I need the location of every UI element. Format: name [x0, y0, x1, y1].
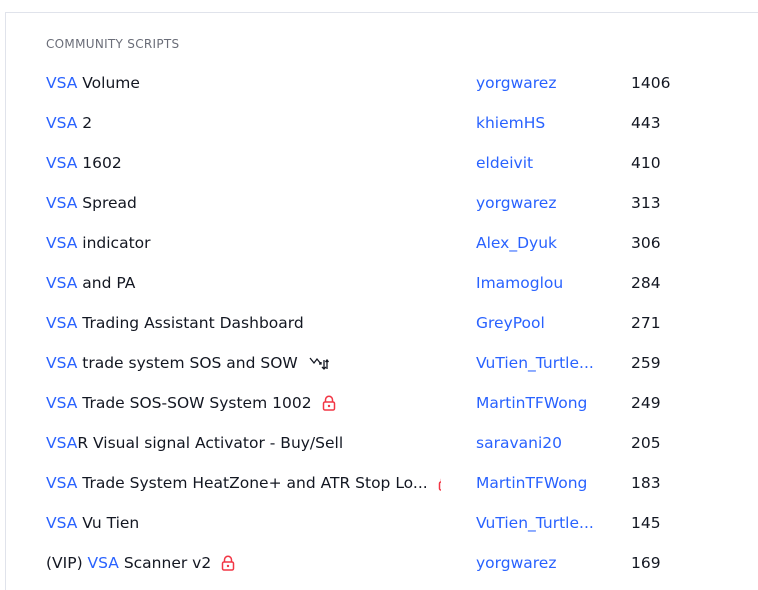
search-match-highlight: VSA	[46, 514, 78, 532]
script-name-link[interactable]: VSA R Visual signal Activator - Buy/Sell	[46, 423, 441, 463]
usage-count: 443	[631, 114, 661, 132]
usage-count: 313	[631, 194, 661, 212]
script-name-text: Trading Assistant Dashboard	[77, 314, 304, 332]
script-name-link[interactable]: VSA 1602	[46, 143, 441, 183]
author-link[interactable]: MartinTFWong	[476, 463, 606, 503]
list-item[interactable]: VSA 2 khiemHS 443	[6, 103, 758, 143]
script-name-link[interactable]: (VIP) VSA Scanner v2	[46, 543, 441, 583]
usage-count: 1406	[631, 74, 671, 92]
usage-count: 205	[631, 434, 661, 452]
author-link[interactable]: MartinTFWong	[476, 383, 606, 423]
author-link[interactable]: Alex_Dyuk	[476, 223, 606, 263]
search-match-highlight: VSA	[46, 474, 78, 492]
script-name-text: Trade SOS-SOW System 1002	[77, 394, 312, 412]
script-name-link[interactable]: VSA Trade System HeatZone+ and ATR Stop …	[46, 463, 441, 503]
script-name-link[interactable]: VSA Trade SOS-SOW System 1002	[46, 383, 441, 423]
lock-icon	[221, 555, 235, 571]
author-link[interactable]: khiemHS	[476, 103, 606, 143]
script-name-link[interactable]: VSA trade system SOS and SOW	[46, 343, 441, 383]
list-item[interactable]: VSA Spread yorgwarez 313	[6, 183, 758, 223]
script-name-text: Spread	[77, 194, 137, 212]
list-item[interactable]: VSA Trade System HeatZone+ and ATR Stop …	[6, 463, 758, 503]
list-item[interactable]: VSA Trade SOS-SOW System 1002 MartinTFWon…	[6, 383, 758, 423]
lock-icon	[438, 475, 441, 491]
script-name-text: Vu Tien	[77, 514, 140, 532]
script-name-link[interactable]: VSA and PA	[46, 263, 441, 303]
script-list: VSA Volume yorgwarez 1406 VSA 2 khiemHS 443 VS…	[6, 63, 758, 583]
search-match-highlight: VSA	[46, 354, 78, 372]
search-match-highlight: VSA	[46, 114, 78, 132]
list-item[interactable]: VSA and PA Imamoglou 284	[6, 263, 758, 303]
list-item[interactable]: VSA Volume yorgwarez 1406	[6, 63, 758, 103]
script-name-prefix: (VIP)	[46, 554, 88, 572]
list-item[interactable]: VSA Vu Tien VuTien_Turtle... 145	[6, 503, 758, 543]
script-name-text: R Visual signal Activator - Buy/Sell	[77, 434, 344, 452]
list-item[interactable]: VSA trade system SOS and SOW VuTien_Turtl…	[6, 343, 758, 383]
community-scripts-panel: COMMUNITY SCRIPTS VSA Volume yorgwarez 140…	[5, 12, 758, 590]
search-match-highlight: VSA	[46, 234, 78, 252]
search-match-highlight: VSA	[46, 194, 78, 212]
list-item[interactable]: VSA R Visual signal Activator - Buy/Sell s…	[6, 423, 758, 463]
lock-icon	[322, 395, 336, 411]
list-item[interactable]: (VIP) VSA Scanner v2 yorgwarez 169	[6, 543, 758, 583]
author-link[interactable]: Imamoglou	[476, 263, 606, 303]
section-title: COMMUNITY SCRIPTS	[46, 37, 180, 51]
usage-count: 410	[631, 154, 661, 172]
list-item[interactable]: VSA indicator Alex_Dyuk 306	[6, 223, 758, 263]
usage-count: 183	[631, 474, 661, 492]
search-match-highlight: VSA	[46, 314, 78, 332]
author-link[interactable]: yorgwarez	[476, 63, 606, 103]
author-link[interactable]: yorgwarez	[476, 183, 606, 223]
search-match-highlight: VSA	[87, 554, 119, 572]
list-item[interactable]: VSA 1602 eldeivit 410	[6, 143, 758, 183]
search-match-highlight: VSA	[46, 274, 78, 292]
usage-count: 169	[631, 554, 661, 572]
author-link[interactable]: VuTien_Turtle...	[476, 343, 606, 383]
author-link[interactable]: yorgwarez	[476, 543, 606, 583]
usage-count: 249	[631, 394, 661, 412]
author-link[interactable]: saravani20	[476, 423, 606, 463]
author-link[interactable]: GreyPool	[476, 303, 606, 343]
script-name-link[interactable]: VSA 2	[46, 103, 441, 143]
script-name-link[interactable]: VSA Trading Assistant Dashboard	[46, 303, 441, 343]
script-name-link[interactable]: VSA Volume	[46, 63, 441, 103]
script-name-text: trade system SOS and SOW	[77, 354, 298, 372]
script-name-text: 2	[77, 114, 93, 132]
script-name-text: Volume	[77, 74, 140, 92]
script-name-text: 1602	[77, 154, 122, 172]
search-match-highlight: VSA	[46, 394, 78, 412]
script-name-text: indicator	[77, 234, 151, 252]
usage-count: 284	[631, 274, 661, 292]
script-name-link[interactable]: VSA indicator	[46, 223, 441, 263]
usage-count: 145	[631, 514, 661, 532]
script-name-text: Scanner v2	[118, 554, 212, 572]
usage-count: 259	[631, 354, 661, 372]
author-link[interactable]: VuTien_Turtle...	[476, 503, 606, 543]
search-match-highlight: VSA	[46, 154, 78, 172]
strategy-icon	[308, 354, 330, 372]
author-link[interactable]: eldeivit	[476, 143, 606, 183]
search-match-highlight: VSA	[46, 434, 78, 452]
script-name-link[interactable]: VSA Vu Tien	[46, 503, 441, 543]
usage-count: 271	[631, 314, 661, 332]
list-item[interactable]: VSA Trading Assistant Dashboard GreyPool 2…	[6, 303, 758, 343]
script-name-text: Trade System HeatZone+ and ATR Stop Lo..…	[77, 474, 428, 492]
script-name-text: and PA	[77, 274, 136, 292]
usage-count: 306	[631, 234, 661, 252]
search-match-highlight: VSA	[46, 74, 78, 92]
script-name-link[interactable]: VSA Spread	[46, 183, 441, 223]
